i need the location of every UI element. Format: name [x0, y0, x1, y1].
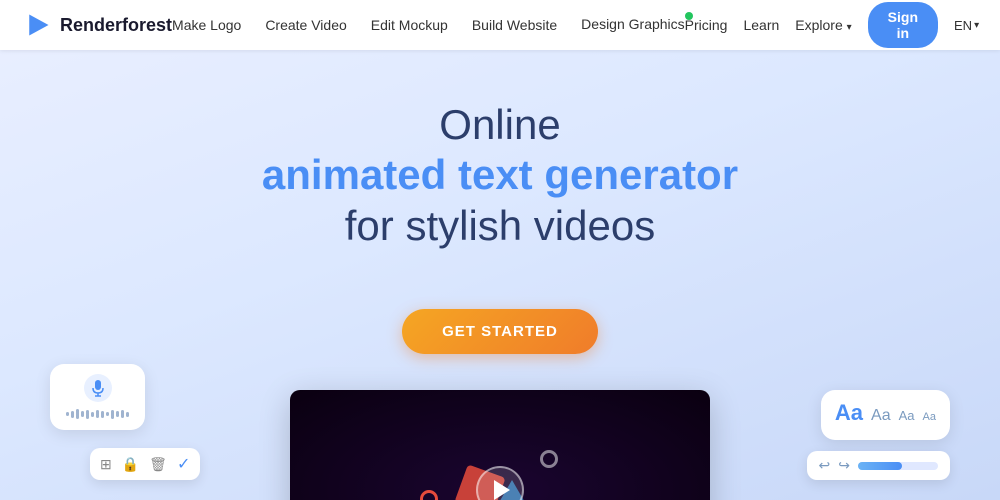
explore-chevron: ▾ — [847, 22, 852, 33]
main-nav: Make Logo Create Video Edit Mockup Build… — [172, 16, 685, 34]
wave-bar — [126, 412, 129, 417]
hero-line3: for stylish videos — [345, 201, 655, 251]
sign-in-button[interactable]: Sign in — [868, 2, 938, 48]
nav-design-graphics-wrap: Design Graphics — [581, 16, 685, 34]
nav-make-logo[interactable]: Make Logo — [172, 17, 241, 33]
logo-text: Renderforest — [60, 15, 172, 36]
video-shape-3 — [420, 490, 438, 500]
font-aa-medium: Aa — [871, 407, 891, 425]
nav-explore[interactable]: Explore ▾ — [795, 17, 851, 33]
delete-icon[interactable]: 🗑 — [149, 456, 167, 473]
nav-design-graphics[interactable]: Design Graphics — [581, 16, 685, 32]
get-started-button[interactable]: GET STARTED — [402, 309, 598, 354]
wave-bar — [76, 409, 79, 419]
play-icon — [494, 480, 510, 500]
lang-chevron: ▾ — [974, 20, 979, 31]
float-card-left — [50, 364, 145, 430]
wave-bar — [101, 411, 104, 418]
video-shape-4 — [540, 450, 558, 468]
nav-build-website[interactable]: Build Website — [472, 17, 557, 33]
font-row: Aa Aa Aa Aa — [835, 400, 936, 426]
hero-line2: animated text generator — [262, 150, 738, 200]
wave-bar — [66, 412, 69, 416]
crop-icon[interactable]: ⊞ — [100, 456, 112, 473]
nav-create-video[interactable]: Create Video — [265, 17, 346, 33]
hero-section: Online animated text generator for styli… — [0, 50, 1000, 500]
header: Renderforest Make Logo Create Video Edit… — [0, 0, 1000, 50]
video-section: How to Create Videos Online | Renderfore… — [290, 390, 710, 500]
wave-bar — [96, 410, 99, 418]
font-aa-large: Aa — [835, 400, 863, 426]
hero-text: Online animated text generator for styli… — [262, 100, 738, 281]
wave-bar — [111, 410, 114, 419]
logo-icon — [24, 11, 52, 39]
arrow-left-icon[interactable]: ↩ — [819, 457, 831, 474]
video-background — [290, 390, 710, 500]
wave-bar — [71, 411, 74, 418]
nav-learn[interactable]: Learn — [743, 17, 779, 33]
video-player[interactable]: How to Create Videos Online | Renderfore… — [290, 390, 710, 500]
design-graphics-badge — [685, 12, 693, 20]
logo[interactable]: Renderforest — [24, 11, 172, 39]
float-tools: ⊞ 🔒 🗑 ✓ — [90, 448, 200, 480]
mic-icon — [84, 374, 112, 402]
float-right-bar: ↩ ↪ — [807, 451, 950, 480]
progress-bar — [858, 462, 938, 470]
font-aa-xsmall: Aa — [923, 411, 936, 423]
wave-bar — [91, 412, 94, 417]
audio-wave — [66, 408, 129, 420]
wave-bar — [86, 410, 89, 419]
arrow-right-icon[interactable]: ↪ — [838, 457, 850, 474]
float-card-right: Aa Aa Aa Aa — [821, 390, 950, 440]
hero-line1: Online — [439, 100, 560, 150]
wave-bar — [121, 410, 124, 418]
confirm-icon[interactable]: ✓ — [177, 454, 190, 474]
font-aa-small: Aa — [899, 408, 915, 423]
language-selector[interactable]: EN ▾ — [954, 18, 979, 33]
lock-icon[interactable]: 🔒 — [122, 456, 139, 473]
right-nav: Pricing Learn Explore ▾ Sign in EN ▾ — [685, 2, 979, 48]
video-play-button[interactable] — [476, 466, 524, 500]
wave-bar — [106, 412, 109, 416]
progress-fill — [858, 462, 902, 470]
wave-bar — [81, 411, 84, 417]
nav-edit-mockup[interactable]: Edit Mockup — [371, 17, 448, 33]
wave-bar — [116, 411, 119, 417]
